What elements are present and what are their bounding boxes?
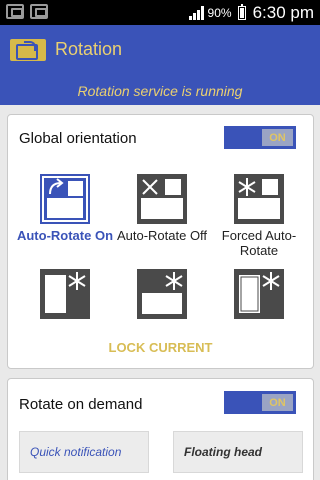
global-orientation-card: Global orientation ON Auto-Rotate On Aut… <box>7 114 314 369</box>
lock-portrait-icon <box>40 269 90 319</box>
quick-notification-button[interactable]: Quick notification <box>19 431 149 473</box>
lock-reverse-icon <box>234 269 284 319</box>
rotate-on-demand-card: Rotate on demand ON Quick notification F… <box>7 378 314 480</box>
rotate-on-demand-toggle[interactable]: ON <box>224 391 296 414</box>
lock-current-button[interactable]: LOCK CURRENT <box>8 340 313 355</box>
signal-icon <box>188 5 204 20</box>
global-orientation-toggle[interactable]: ON <box>224 126 296 149</box>
auto-rotate-on-icon <box>40 174 90 224</box>
floating-head-button[interactable]: Floating head <box>173 431 303 473</box>
lock-reverse-option[interactable] <box>210 269 308 319</box>
status-indicators: 90% 6:30 pm <box>188 0 314 25</box>
forced-auto-rotate-option[interactable]: Forced Auto-Rotate <box>210 174 308 258</box>
forced-auto-rotate-label: Forced Auto-Rotate <box>221 228 297 258</box>
auto-rotate-off-label: Auto-Rotate Off <box>116 228 208 243</box>
service-status: Rotation service is running <box>77 83 243 99</box>
lock-landscape-option[interactable] <box>113 269 211 319</box>
rotate-on-demand-title: Rotate on demand <box>19 396 143 413</box>
lock-portrait-option[interactable] <box>16 269 114 319</box>
app-header: Rotation Rotation service is running <box>0 25 320 105</box>
battery-percent: 90% <box>207 5 232 20</box>
auto-rotate-on-option[interactable]: Auto-Rotate On <box>16 174 114 243</box>
app-title: Rotation <box>55 39 123 59</box>
battery-icon <box>237 3 246 20</box>
screen-rotate-notification-icon <box>6 4 24 19</box>
auto-rotate-off-option[interactable]: Auto-Rotate Off <box>113 174 211 243</box>
global-orientation-title: Global orientation <box>19 130 137 147</box>
forced-auto-rotate-icon <box>234 174 284 224</box>
status-bar: 90% 6:30 pm <box>0 0 320 25</box>
toggle-knob: ON <box>262 129 293 146</box>
notification-icons <box>6 4 48 19</box>
screenshot-notification-icon <box>30 4 48 19</box>
toggle-knob: ON <box>262 394 293 411</box>
clock: 6:30 pm <box>252 2 314 22</box>
auto-rotate-on-label: Auto-Rotate On <box>16 228 114 243</box>
app-icon <box>10 39 46 61</box>
auto-rotate-off-icon <box>137 174 187 224</box>
lock-landscape-icon <box>137 269 187 319</box>
